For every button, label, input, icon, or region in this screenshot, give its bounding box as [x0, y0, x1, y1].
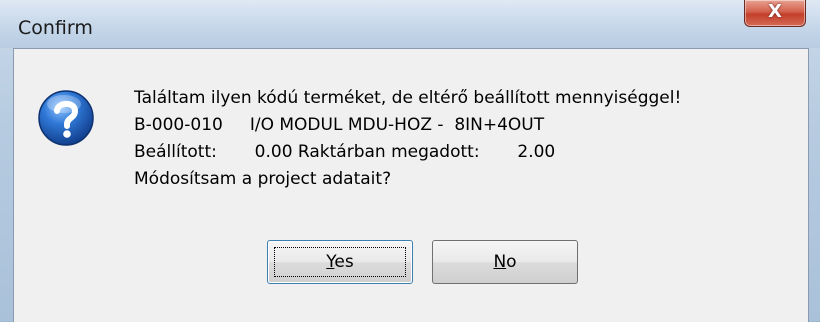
question-icon [38, 90, 94, 146]
dialog-client-area: Találtam ilyen kódú terméket, de eltérő … [13, 48, 809, 322]
close-button[interactable]: X [744, 0, 806, 27]
message-line: B-000-010 I/O MODUL MDU-HOZ - 8IN+4OUT [134, 115, 545, 135]
close-icon: X [768, 1, 782, 22]
window-title: Confirm [18, 17, 93, 39]
message-line: Módosítsam a project adatait? [134, 169, 392, 189]
no-label-rest: o [506, 252, 517, 272]
yes-button-label: Yes [326, 252, 353, 272]
message-text: Találtam ilyen kódú terméket, de eltérő … [134, 85, 681, 193]
yes-label-rest: es [334, 252, 354, 272]
title-bar[interactable]: Confirm X [0, 0, 820, 48]
message-line: Beállított: 0.00 Raktárban megadott: 2.0… [134, 142, 556, 162]
confirm-dialog-window: Confirm X Találtam ilyen kódú terméket, … [0, 0, 820, 322]
no-accelerator: N [493, 252, 507, 272]
no-button-label: No [493, 252, 516, 272]
yes-button[interactable]: Yes [267, 240, 413, 284]
no-button[interactable]: No [432, 240, 578, 284]
message-line: Találtam ilyen kódú terméket, de eltérő … [134, 88, 682, 108]
